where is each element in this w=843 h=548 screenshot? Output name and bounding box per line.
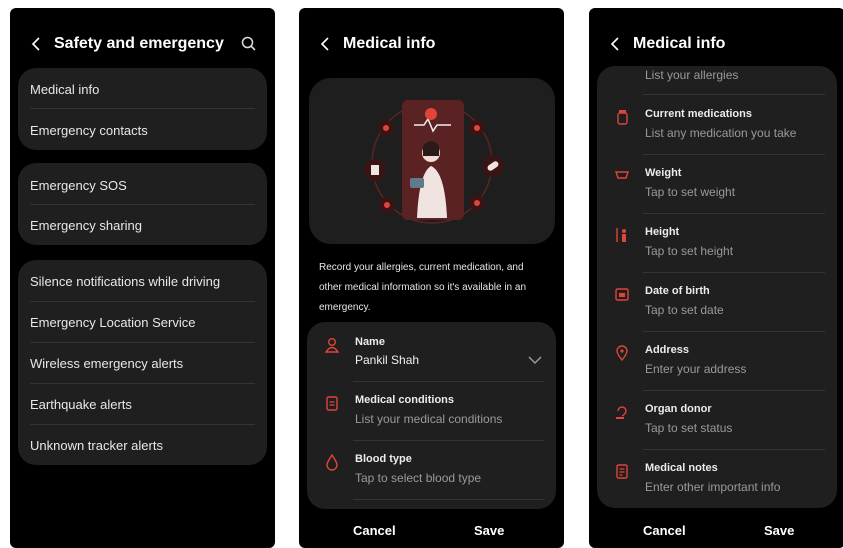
date-of-birth-field[interactable]: Date of birth Tap to set date (597, 273, 837, 331)
field-value: Tap to set weight (645, 185, 736, 199)
search-icon[interactable] (239, 34, 259, 54)
field-label: Name (355, 336, 385, 348)
header: Medical info (589, 30, 843, 58)
unknown-tracker-alerts-item[interactable]: Unknown tracker alerts (30, 434, 255, 456)
current-medications-field[interactable]: Current medications List any medication … (597, 96, 837, 154)
notes-icon (613, 462, 631, 480)
field-label: Medical conditions (355, 394, 455, 406)
field-label: Weight (645, 167, 682, 179)
silence-notifications-item[interactable]: Silence notifications while driving (30, 270, 255, 292)
page-title: Safety and emergency (54, 35, 224, 52)
field-value: Pankil Shah (355, 353, 420, 367)
emergency-sharing-item[interactable]: Emergency sharing (30, 214, 255, 236)
address-field[interactable]: Address Enter your address (597, 332, 837, 390)
organ-donor-icon (613, 403, 631, 421)
blood-type-field[interactable]: Blood type Tap to select blood type (307, 441, 556, 499)
field-value: List any medication you take (645, 126, 797, 140)
page-title: Medical info (343, 35, 436, 52)
field-label: Blood type (355, 453, 412, 465)
organ-donor-field[interactable]: Organ donor Tap to set status (597, 391, 837, 449)
emergency-sos-item[interactable]: Emergency SOS (30, 174, 255, 196)
back-icon[interactable] (605, 34, 625, 54)
field-value: Enter other important info (645, 480, 781, 494)
back-icon[interactable] (26, 34, 46, 54)
medical-illustration (309, 78, 555, 244)
cancel-button[interactable]: Cancel (643, 523, 686, 538)
field-value: Enter your address (645, 362, 747, 376)
header: Medical info (299, 30, 564, 58)
medical-fields-card: Name Pankil Shah Medical conditions List… (307, 322, 556, 509)
medical-fields-card: List your allergies Current medications … (597, 66, 837, 508)
field-label: Date of birth (645, 285, 710, 297)
emergency-contacts-item[interactable]: Emergency contacts (30, 119, 255, 141)
allergies-value[interactable]: List your allergies (645, 68, 738, 82)
earthquake-alerts-item[interactable]: Earthquake alerts (30, 393, 255, 415)
field-label: Current medications (645, 108, 752, 120)
field-label: Height (645, 226, 680, 238)
back-icon[interactable] (315, 34, 335, 54)
medical-conditions-field[interactable]: Medical conditions List your medical con… (307, 382, 556, 440)
description-text: Record your allergies, current medicatio… (319, 262, 527, 313)
settings-group-1: Medical info Emergency contacts (18, 68, 267, 150)
save-button[interactable]: Save (764, 523, 794, 538)
header: Safety and emergency (10, 30, 275, 58)
location-pin-icon (613, 344, 631, 362)
medical-notes-field[interactable]: Medical notes Enter other important info (597, 450, 837, 508)
field-value: List your medical conditions (355, 412, 503, 426)
field-label: Medical notes (645, 462, 718, 474)
clipboard-icon (323, 394, 341, 412)
field-value: Tap to set date (645, 303, 724, 317)
scale-icon (613, 167, 631, 185)
cancel-button[interactable]: Cancel (353, 523, 396, 538)
height-field[interactable]: Height Tap to set height (597, 214, 837, 272)
field-value: Tap to select blood type (355, 471, 482, 485)
drop-icon (323, 453, 341, 471)
emergency-location-service-item[interactable]: Emergency Location Service (30, 311, 255, 333)
field-label: Address (645, 344, 690, 356)
pill-bottle-icon (613, 108, 631, 126)
medical-info-item[interactable]: Medical info (30, 78, 255, 100)
settings-group-2: Emergency SOS Emergency sharing (18, 163, 267, 245)
chevron-down-icon[interactable] (528, 352, 542, 365)
safety-emergency-screen: Safety and emergency Medical info Emerge… (10, 8, 275, 548)
calendar-icon (613, 285, 631, 303)
person-icon (323, 336, 341, 354)
page-title: Medical info (633, 35, 726, 52)
medical-info-scrolled-screen: Medical info List your allergies Current… (589, 8, 843, 548)
field-value: Tap to set status (645, 421, 733, 435)
medical-info-screen: Medical info Record your allergies, curr… (299, 8, 564, 548)
height-icon (613, 226, 631, 244)
weight-field[interactable]: Weight Tap to set weight (597, 155, 837, 213)
save-button[interactable]: Save (474, 523, 504, 538)
field-label: Organ donor (645, 403, 712, 415)
field-value: Tap to set height (645, 244, 734, 258)
name-field[interactable]: Name Pankil Shah (307, 322, 556, 380)
wireless-emergency-alerts-item[interactable]: Wireless emergency alerts (30, 352, 255, 374)
settings-group-3: Silence notifications while driving Emer… (18, 260, 267, 465)
